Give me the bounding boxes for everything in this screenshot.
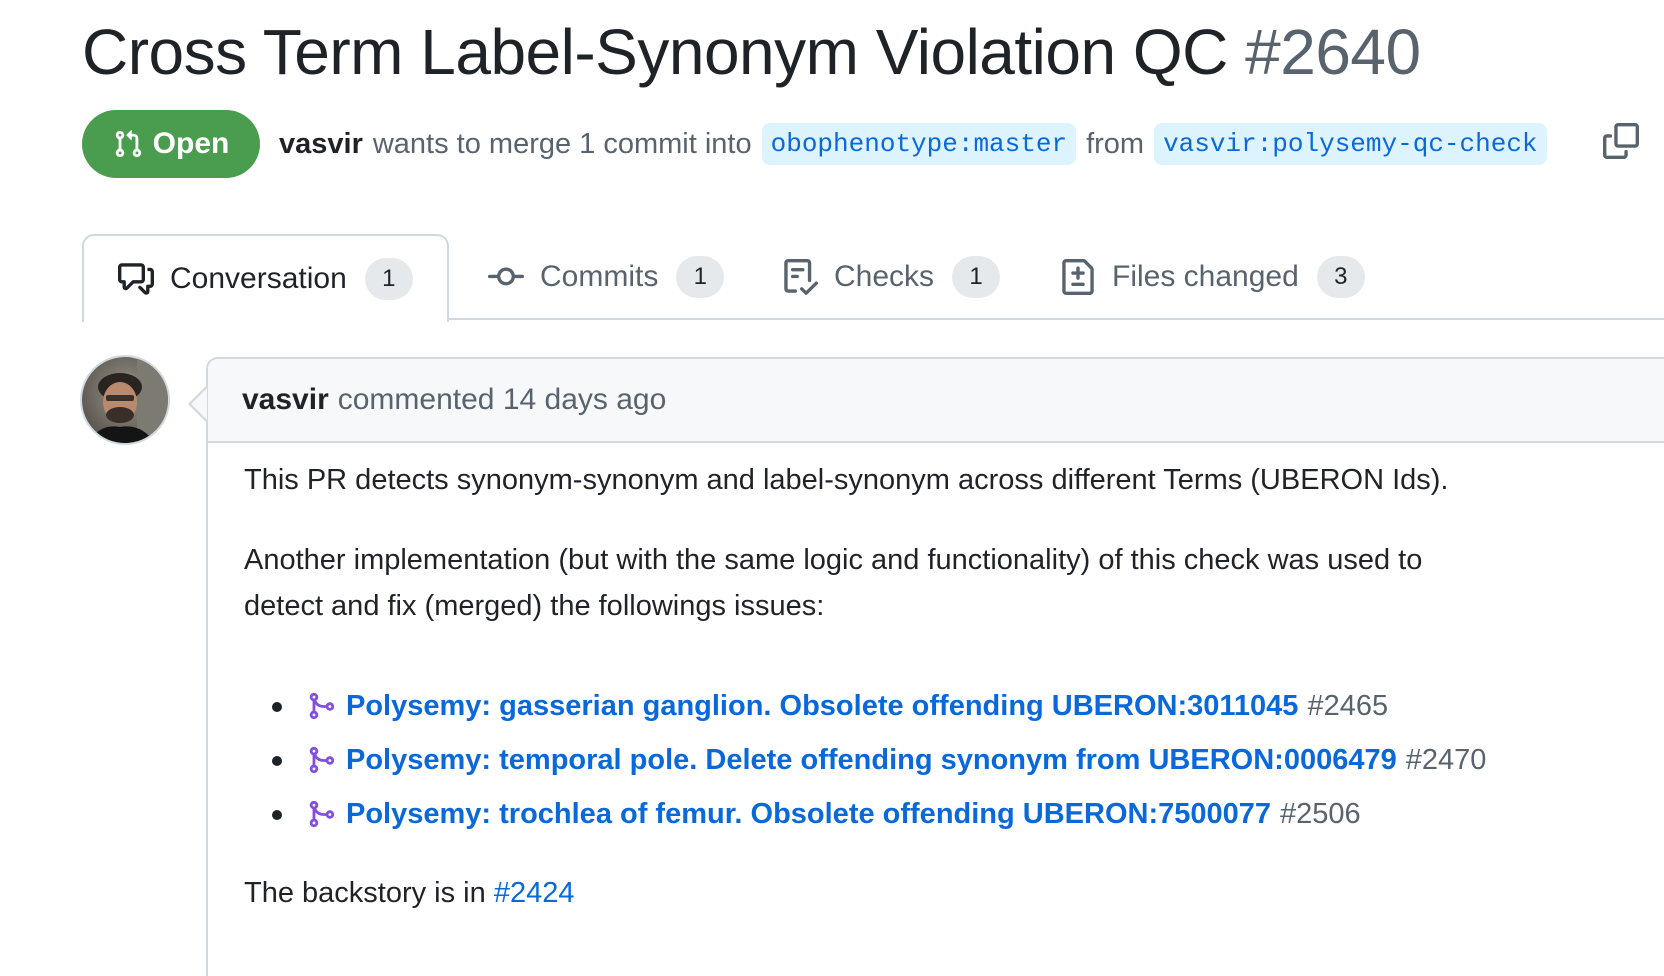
pr-meta: vasvir wants to merge 1 commit into obop… — [279, 120, 1557, 168]
pr-title: Cross Term Label-Synonym Violation QC #2… — [82, 10, 1421, 94]
comment-author-link[interactable]: vasvir — [242, 383, 329, 417]
comment-paragraph-1: This PR detects synonym-synonym and labe… — [244, 464, 1449, 496]
pr-author-link[interactable]: vasvir — [279, 128, 363, 161]
list-item: Polysemy: temporal pole. Delete offendin… — [244, 733, 1486, 787]
backstory-line: The backstory is in #2424 — [244, 870, 574, 916]
tab-files-changed-count: 3 — [1316, 256, 1365, 298]
head-branch[interactable]: vasvir:polysemy-qc-check — [1154, 123, 1547, 165]
tab-commits-label: Commits — [540, 260, 659, 293]
issue-link[interactable]: Polysemy: temporal pole. Delete offendin… — [346, 737, 1397, 783]
list-item: Polysemy: gasserian ganglion. Obsolete o… — [244, 679, 1486, 733]
copy-icon[interactable] — [1603, 123, 1639, 159]
avatar-photo — [82, 357, 168, 443]
from-text: from — [1086, 127, 1145, 160]
git-commit-icon — [488, 267, 524, 286]
base-branch[interactable]: obophenotype:master — [761, 123, 1077, 165]
issue-link[interactable]: Polysemy: gasserian ganglion. Obsolete o… — [346, 683, 1298, 729]
git-merge-icon — [309, 746, 335, 774]
comment-timestamp: commented 14 days ago — [337, 383, 667, 416]
list-item: Polysemy: trochlea of femur. Obsolete of… — [244, 787, 1486, 841]
merge-text: wants to merge 1 commit into — [372, 127, 752, 160]
tab-files-changed-label: Files changed — [1112, 260, 1299, 293]
pr-number: #2640 — [1245, 16, 1421, 88]
tab-commits-count: 1 — [676, 256, 725, 298]
tab-conversation-label: Conversation — [170, 262, 347, 295]
git-pull-request-icon — [115, 130, 141, 158]
issue-link[interactable]: Polysemy: trochlea of femur. Obsolete of… — [346, 791, 1271, 837]
comment-header: vasvir commented 14 days ago — [208, 359, 1664, 443]
tab-checks-label: Checks — [834, 260, 935, 293]
issue-list: Polysemy: gasserian ganglion. Obsolete o… — [244, 679, 1486, 841]
file-diff-icon — [1062, 259, 1094, 295]
comment-discussion-icon — [118, 263, 154, 295]
open-state-badge: Open — [82, 110, 260, 178]
backstory-text: The backstory is in — [244, 877, 486, 909]
git-merge-icon — [309, 692, 335, 720]
tab-conversation-count: 1 — [364, 258, 413, 300]
tab-conversation[interactable]: Conversation 1 — [82, 234, 449, 322]
issue-ref[interactable]: #2506 — [1280, 791, 1361, 837]
state-label: Open — [152, 127, 230, 160]
git-merge-icon — [309, 800, 335, 828]
tab-checks[interactable]: Checks 1 — [782, 234, 1001, 320]
pr-tabs: Conversation 1 Commits 1 Checks 1 Files … — [82, 234, 1664, 322]
backstory-link[interactable]: #2424 — [494, 877, 575, 909]
tab-files-changed[interactable]: Files changed 3 — [1060, 234, 1365, 320]
tab-checks-count: 1 — [952, 256, 1001, 298]
comment-box: vasvir commented 14 days ago This PR det… — [206, 357, 1664, 976]
pr-title-text: Cross Term Label-Synonym Violation QC — [82, 16, 1228, 88]
checklist-icon — [784, 259, 818, 295]
issue-ref[interactable]: #2470 — [1406, 737, 1487, 783]
tab-commits[interactable]: Commits 1 — [488, 234, 725, 320]
comment-paragraph-2: Another implementation (but with the sam… — [244, 544, 1423, 622]
avatar[interactable] — [80, 355, 170, 445]
issue-ref[interactable]: #2465 — [1307, 683, 1388, 729]
